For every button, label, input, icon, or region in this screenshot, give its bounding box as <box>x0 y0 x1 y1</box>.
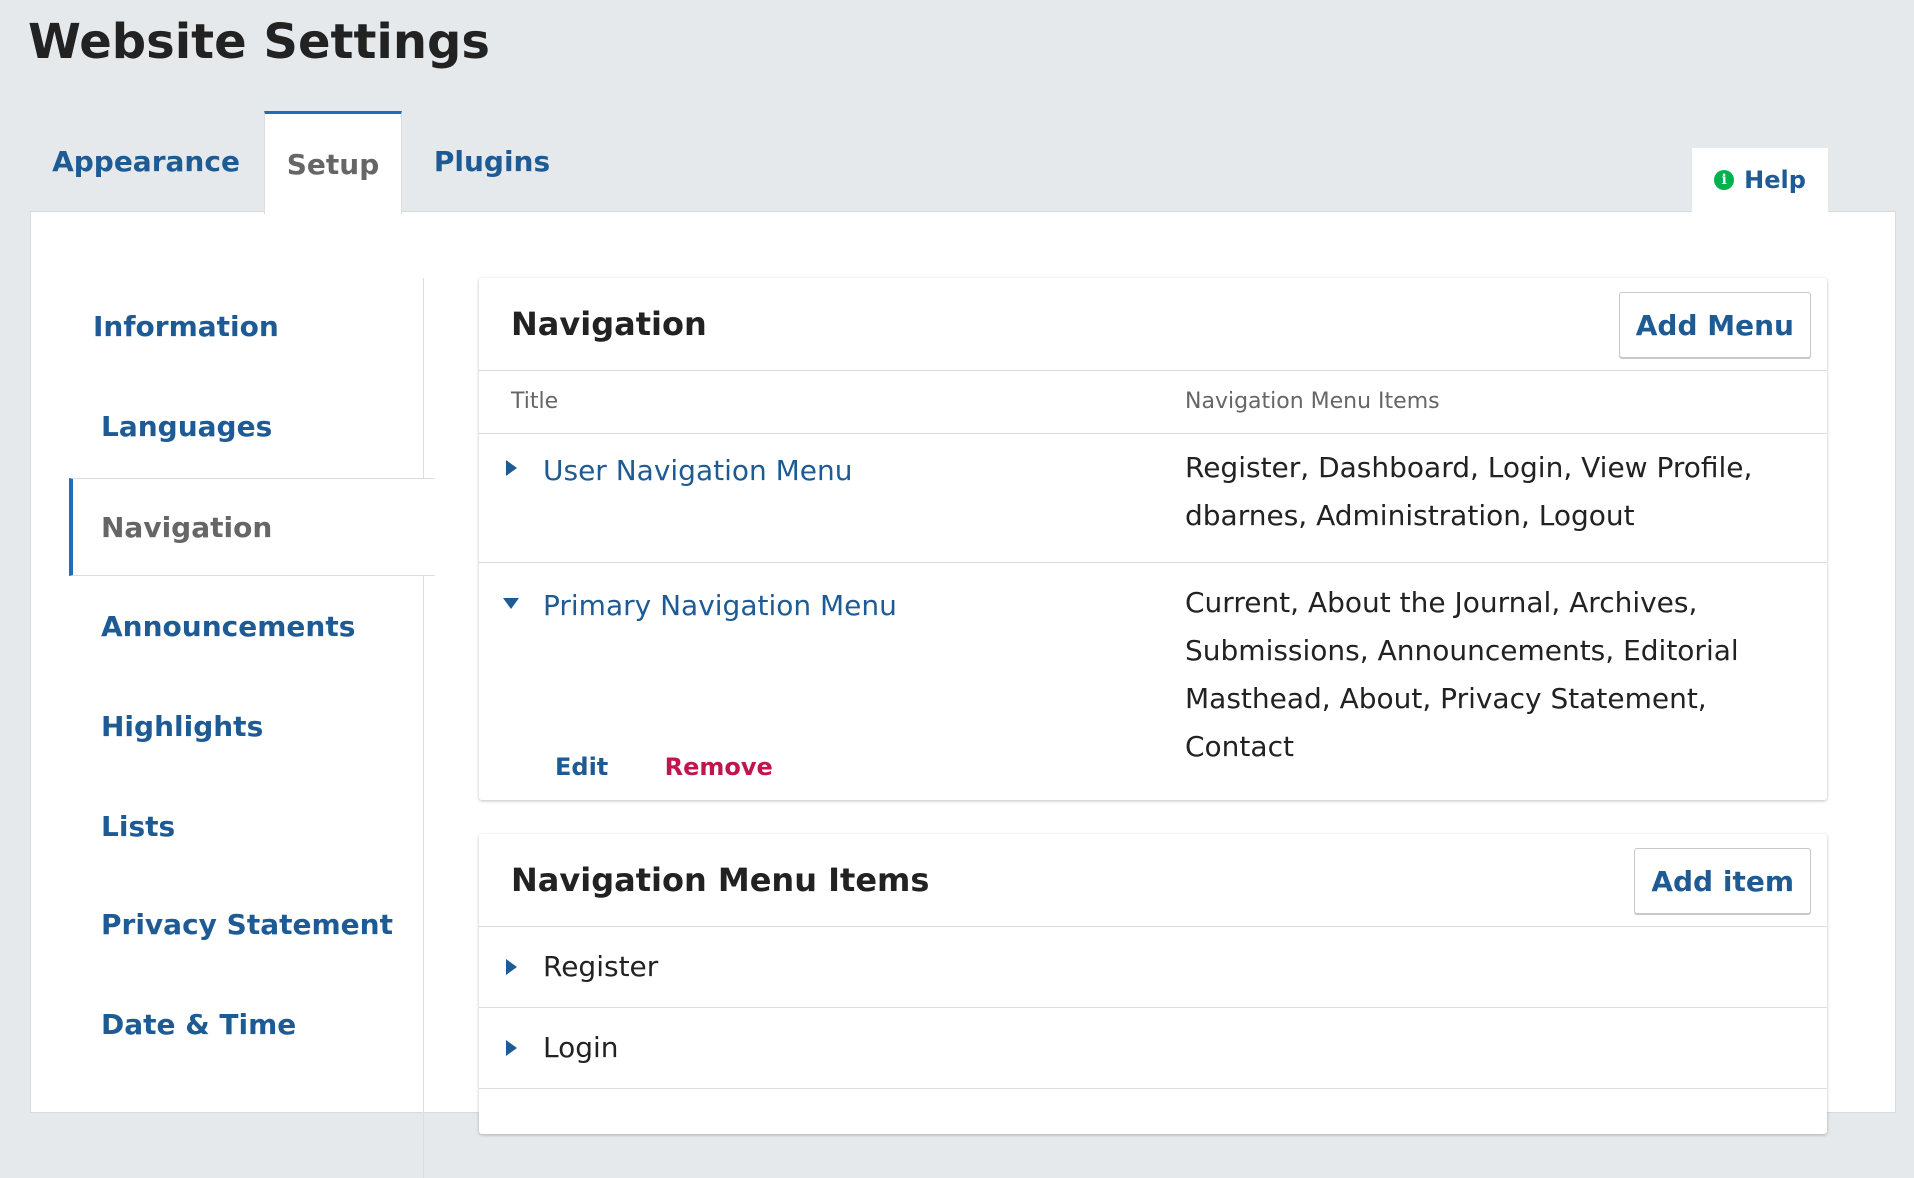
menu-title-link[interactable]: Primary Navigation Menu <box>543 589 897 622</box>
sidebar-item-navigation[interactable]: Navigation <box>69 478 435 576</box>
menu-items-list: Register, Dashboard, Login, View Profile… <box>1185 451 1753 532</box>
card-title: Navigation Menu Items <box>511 861 930 899</box>
caret-down-icon <box>503 597 519 609</box>
caret-right-icon <box>505 460 517 476</box>
sidebar-item-date-time[interactable]: Date & Time <box>69 976 423 1072</box>
collapse-toggle[interactable] <box>499 591 523 615</box>
settings-panel: Information Languages Navigation Announc… <box>30 211 1896 1178</box>
caret-right-icon <box>505 959 517 975</box>
card-header: Navigation Add Menu <box>479 278 1827 371</box>
help-button[interactable]: i Help <box>1692 148 1828 212</box>
sidebar-item-label: Highlights <box>101 709 264 743</box>
expand-toggle[interactable] <box>499 456 523 480</box>
table-row: Primary Navigation Menu Current, About t… <box>479 563 1827 799</box>
list-item: Login <box>479 1008 1827 1089</box>
sidebar-item-privacy-statement[interactable]: Privacy Statement <box>69 876 423 972</box>
add-item-button[interactable]: Add item <box>1634 848 1811 914</box>
table-row: User Navigation Menu Register, Dashboard… <box>479 434 1827 563</box>
expand-toggle[interactable] <box>499 1036 523 1060</box>
row-actions: Edit Remove <box>555 753 773 781</box>
sidebar-item-announcements[interactable]: Announcements <box>69 578 423 674</box>
table-header: Title Navigation Menu Items <box>479 371 1827 434</box>
expand-toggle[interactable] <box>499 955 523 979</box>
column-header-title: Title <box>511 389 559 414</box>
sidebar-item-label: Announcements <box>101 609 356 643</box>
card-header: Navigation Menu Items Add item <box>479 834 1827 927</box>
sidebar-item-label: Date & Time <box>101 1007 297 1041</box>
sidebar-nav: Information Languages Navigation Announc… <box>69 278 435 1178</box>
sidebar-item-label: Information <box>93 309 279 343</box>
card-title: Navigation <box>511 305 707 343</box>
caret-right-icon <box>505 1040 517 1056</box>
sidebar-item-information[interactable]: Information <box>69 278 423 374</box>
sidebar-item-label: Privacy Statement <box>101 907 393 941</box>
remove-button[interactable]: Remove <box>665 753 773 781</box>
sidebar-item-label: Lists <box>101 809 176 843</box>
tab-appearance[interactable]: Appearance <box>30 112 262 210</box>
tab-plugins[interactable]: Plugins <box>412 112 572 210</box>
edit-button[interactable]: Edit <box>555 753 608 781</box>
list-item: Register <box>479 927 1827 1008</box>
menu-item-label: Login <box>543 1031 619 1064</box>
sidebar-item-label: Navigation <box>101 510 273 544</box>
page-title: Website Settings <box>28 14 490 70</box>
menu-items-list: Current, About the Journal, Archives, Su… <box>1185 586 1739 763</box>
help-label: Help <box>1744 166 1806 194</box>
menu-title-link[interactable]: User Navigation Menu <box>543 454 853 487</box>
navigation-card: Navigation Add Menu Title Navigation Men… <box>479 278 1827 800</box>
sidebar-item-label: Languages <box>101 409 273 443</box>
info-icon: i <box>1714 170 1735 190</box>
tab-setup[interactable]: Setup <box>264 111 402 214</box>
sidebar-item-languages[interactable]: Languages <box>69 378 423 474</box>
navigation-menu-items-card: Navigation Menu Items Add item Register … <box>479 834 1827 1134</box>
menu-item-label: Register <box>543 950 659 983</box>
sidebar-item-highlights[interactable]: Highlights <box>69 678 423 774</box>
sidebar-item-lists[interactable]: Lists <box>69 778 423 874</box>
add-menu-button[interactable]: Add Menu <box>1618 292 1811 358</box>
column-header-menu-items: Navigation Menu Items <box>1185 389 1440 414</box>
